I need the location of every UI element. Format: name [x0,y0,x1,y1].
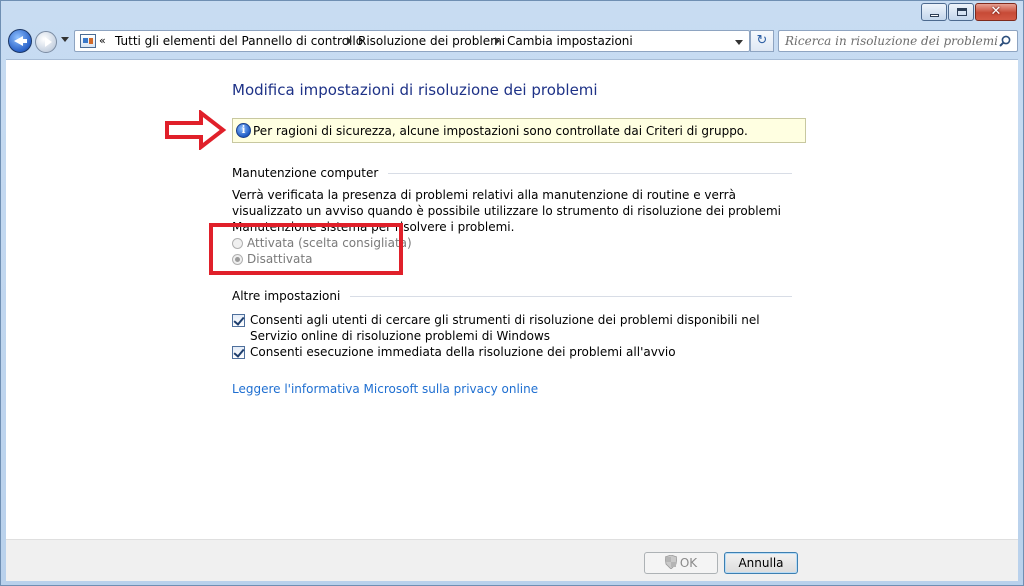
back-button[interactable] [8,29,32,53]
control-panel-icon [80,34,96,48]
navigation-bar: « Tutti gli elementi del Pannello di con… [1,27,1023,55]
checkbox-immediate-start[interactable]: Consenti esecuzione immediata della riso… [232,344,792,360]
privacy-link[interactable]: Leggere l'informativa Microsoft sulla pr… [232,382,538,396]
checkbox-online-search-label: Consenti agli utenti di cercare gli stru… [250,313,760,343]
dialog-footer: OK Annulla [6,539,1018,581]
page-title: Modifica impostazioni di risoluzione dei… [232,81,598,99]
breadcrumb-change-settings[interactable]: Cambia impostazioni [507,34,633,48]
checkbox-online-troubleshooting[interactable]: Consenti agli utenti di cercare gli stru… [232,312,792,344]
chevron-right-icon[interactable] [347,37,352,45]
refresh-button[interactable]: ↻ [750,30,774,52]
cancel-label: Annulla [738,556,784,570]
maximize-button[interactable] [948,3,974,21]
uac-shield-icon [664,555,677,569]
info-icon: i [236,123,251,138]
breadcrumb-troubleshooting[interactable]: Risoluzione dei problemi [358,34,505,48]
forward-button[interactable] [35,31,57,53]
breadcrumb-control-panel[interactable]: Tutti gli elementi del Pannello di contr… [115,34,363,48]
checkbox-immediate-run-label: Consenti esecuzione immediata della riso… [250,345,676,359]
checkbox-immediate-run[interactable] [232,346,245,359]
cancel-button[interactable]: Annulla [724,552,798,574]
title-bar: ✕ [1,1,1023,25]
chevron-down-icon[interactable] [735,40,743,45]
close-button[interactable]: ✕ [975,3,1017,21]
group-policy-info-bar: i Per ragioni di sicurezza, alcune impos… [232,118,806,143]
recent-pages-dropdown[interactable] [61,37,69,42]
minimize-button[interactable] [921,3,947,21]
ok-label: OK [679,556,698,570]
minimize-icon [930,14,939,17]
maximize-icon [957,8,967,16]
checkbox-online-search[interactable] [232,314,245,327]
caption-buttons: ✕ [920,3,1017,21]
close-icon: ✕ [990,4,1002,19]
control-panel-window: ✕ « Tutti gli elementi del Pannello di c… [0,0,1024,586]
search-input[interactable]: Ricerca in risoluzione dei problemi [785,34,998,48]
search-box[interactable]: Ricerca in risoluzione dei problemi [778,30,1018,52]
ok-button[interactable]: OK [644,552,718,574]
red-box-annotation [209,223,403,275]
info-message: Per ragioni di sicurezza, alcune imposta… [253,124,748,138]
maintenance-heading: Manutenzione computer [232,166,379,180]
address-bar[interactable]: « Tutti gli elementi del Pannello di con… [74,30,750,52]
other-settings-heading: Altre impostazioni [232,289,341,303]
chevron-right-icon[interactable] [495,37,500,45]
red-arrow-annotation [165,110,227,150]
divider [350,295,792,297]
divider [388,172,792,174]
content-area: Modifica impostazioni di risoluzione dei… [6,59,1018,539]
other-settings-section: Altre impostazioni [232,289,792,303]
search-icon[interactable] [999,35,1011,47]
maintenance-section: Manutenzione computer [232,166,792,180]
breadcrumb-overflow[interactable]: « [99,34,106,47]
